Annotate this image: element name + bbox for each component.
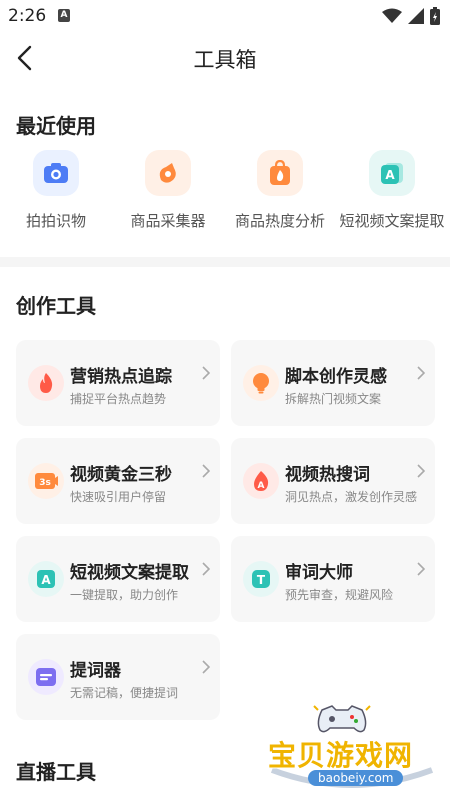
wifi-icon	[382, 8, 402, 23]
card-subtitle: 捕捉平台热点趋势	[70, 392, 167, 406]
watermark-name: 宝贝游戏网	[268, 739, 414, 772]
three-seconds-badge: 3s	[39, 478, 51, 488]
chevron-right-icon	[417, 366, 425, 380]
svg-text:T: T	[257, 573, 266, 587]
gamepad-icon	[313, 705, 371, 733]
recent-item-camera[interactable]: 拍拍识物	[0, 150, 112, 231]
recent-section-title: 最近使用	[16, 114, 96, 138]
card-title: 短视频文案提取	[70, 563, 189, 583]
notification-icon: A	[58, 9, 70, 22]
card-title: 脚本创作灵感	[285, 367, 387, 387]
card-subtitle: 无需记稿，便捷提词	[70, 686, 179, 700]
chevron-right-icon	[202, 562, 210, 576]
camera-icon	[33, 150, 79, 196]
card-title: 提词器	[70, 661, 121, 681]
section-divider	[0, 257, 450, 267]
card-title: 视频热搜词	[285, 465, 370, 485]
product-icon	[145, 150, 191, 196]
bulb-icon	[243, 365, 279, 401]
nav-bar: 工具箱	[0, 32, 450, 84]
status-bar: 2:26 A	[0, 0, 450, 32]
status-time: 2:26	[8, 6, 47, 26]
card-video-hot-search[interactable]: A 视频热搜词 洞见热点，激发创作灵感	[231, 438, 435, 524]
card-word-review[interactable]: T 审词大师 预先审查，规避风险	[231, 536, 435, 622]
recent-item-label: 商品采集器	[130, 212, 206, 230]
heat-bag-icon	[257, 150, 303, 196]
card-script-inspiration[interactable]: 脚本创作灵感 拆解热门视频文案	[231, 340, 435, 426]
text-extract-icon: A	[28, 561, 64, 597]
card-text-extract[interactable]: A 短视频文案提取 一键提取，助力创作	[16, 536, 220, 622]
chevron-right-icon	[417, 562, 425, 576]
chevron-right-icon	[202, 464, 210, 478]
card-subtitle: 洞见热点，激发创作灵感	[285, 490, 418, 504]
live-section-title: 直播工具	[16, 760, 96, 784]
card-title: 视频黄金三秒	[70, 465, 172, 485]
recent-item-label: 拍拍识物	[25, 212, 86, 230]
recent-item-label: 商品热度分析	[234, 212, 325, 230]
card-marketing-hotspot[interactable]: 营销热点追踪 捕捉平台热点趋势	[16, 340, 220, 426]
signal-icon	[408, 8, 424, 24]
svg-text:A: A	[385, 168, 395, 182]
card-subtitle: 快速吸引用户停留	[70, 490, 167, 504]
watermark-url: baobeiy.com	[308, 770, 404, 786]
battery-icon	[430, 7, 440, 25]
card-subtitle: 一键提取，助力创作	[70, 588, 179, 602]
chevron-right-icon	[202, 660, 210, 674]
recent-tools-row: 拍拍识物 商品采集器 商品热度分析 A 短视频文案提取	[0, 150, 450, 240]
card-title: 营销热点追踪	[70, 367, 172, 387]
three-seconds-icon: 3s	[28, 463, 64, 499]
svg-text:A: A	[258, 481, 265, 491]
chevron-right-icon	[417, 464, 425, 478]
text-extract-icon: A	[369, 150, 415, 196]
watermark-logo: 宝贝游戏网 baobeiy.com	[262, 700, 442, 790]
review-icon: T	[243, 561, 279, 597]
page-title: 工具箱	[193, 48, 257, 72]
card-golden-three-seconds[interactable]: 3s 视频黄金三秒 快速吸引用户停留	[16, 438, 220, 524]
recent-item-product-collector[interactable]: 商品采集器	[112, 150, 224, 231]
recent-item-text-extract[interactable]: A 短视频文案提取	[336, 150, 448, 231]
card-teleprompter[interactable]: 提词器 无需记稿，便捷提词	[16, 634, 220, 720]
flame-icon	[28, 365, 64, 401]
svg-text:A: A	[41, 573, 51, 587]
hot-search-icon: A	[243, 463, 279, 499]
create-section-title: 创作工具	[16, 294, 96, 318]
card-subtitle: 拆解热门视频文案	[285, 392, 382, 406]
card-subtitle: 预先审查，规避风险	[285, 588, 394, 602]
recent-item-product-heat[interactable]: 商品热度分析	[224, 150, 336, 231]
chevron-right-icon	[202, 366, 210, 380]
recent-item-label: 短视频文案提取	[339, 212, 445, 230]
status-indicators	[382, 7, 440, 25]
teleprompter-icon	[28, 659, 64, 695]
card-title: 审词大师	[285, 563, 353, 583]
